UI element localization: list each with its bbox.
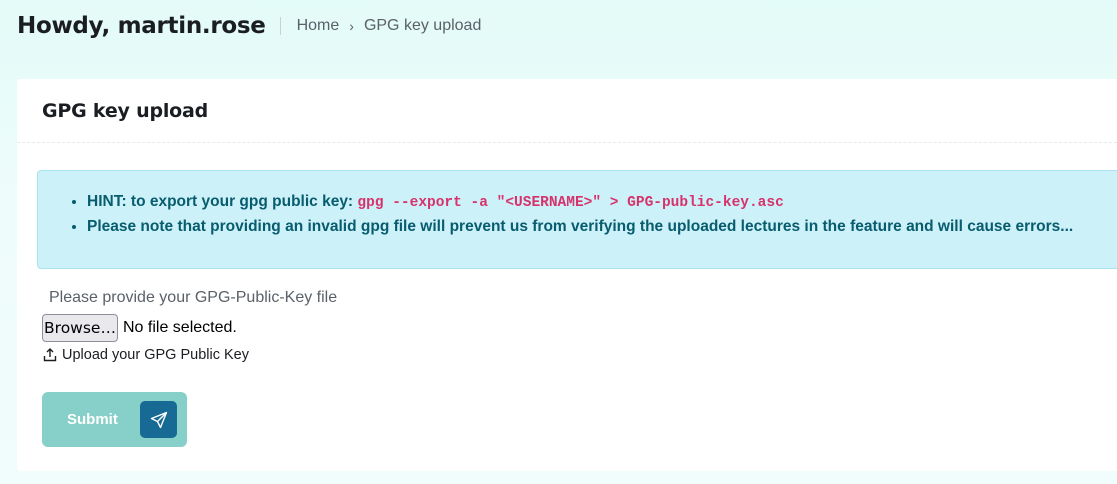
breadcrumb-current: GPG key upload xyxy=(363,17,482,34)
hint-warning-text: Please note that providing an invalid gp… xyxy=(87,218,1074,235)
greeting-title: Howdy, martin.rose xyxy=(17,13,266,39)
card-header: GPG key upload xyxy=(17,79,1117,143)
file-input[interactable]: Browse… No file selected. xyxy=(42,314,237,342)
breadcrumb-separator: › xyxy=(349,18,354,34)
card-title: GPG key upload xyxy=(42,99,209,122)
send-icon xyxy=(140,401,177,438)
hint-list: HINT: to export your gpg public key: gpg… xyxy=(72,190,1117,239)
hint-item-warning: Please note that providing an invalid gp… xyxy=(87,215,1117,239)
top-bar: Howdy, martin.rose Home › GPG key upload xyxy=(0,0,1117,52)
submit-label: Submit xyxy=(67,411,118,428)
file-input-label: Please provide your GPG-Public-Key file xyxy=(49,289,338,306)
submit-button[interactable]: Submit xyxy=(42,392,187,447)
hint-item-export: HINT: to export your gpg public key: gpg… xyxy=(87,190,1117,215)
file-helper-text: Upload your GPG Public Key xyxy=(62,347,249,363)
breadcrumb-home-link[interactable]: Home xyxy=(297,17,340,35)
upload-icon xyxy=(43,348,57,362)
hint-alert: HINT: to export your gpg public key: gpg… xyxy=(37,170,1117,269)
browse-button[interactable]: Browse… xyxy=(42,314,118,342)
breadcrumb: Home › GPG key upload xyxy=(279,17,482,35)
hint-export-command: gpg --export -a "<USERNAME>" > GPG-publi… xyxy=(357,195,784,211)
file-status-text: No file selected. xyxy=(123,319,237,336)
upload-card: GPG key upload HINT: to export your gpg … xyxy=(17,79,1117,471)
hint-export-text: HINT: to export your gpg public key: xyxy=(87,193,354,210)
file-helper: Upload your GPG Public Key xyxy=(43,347,249,363)
